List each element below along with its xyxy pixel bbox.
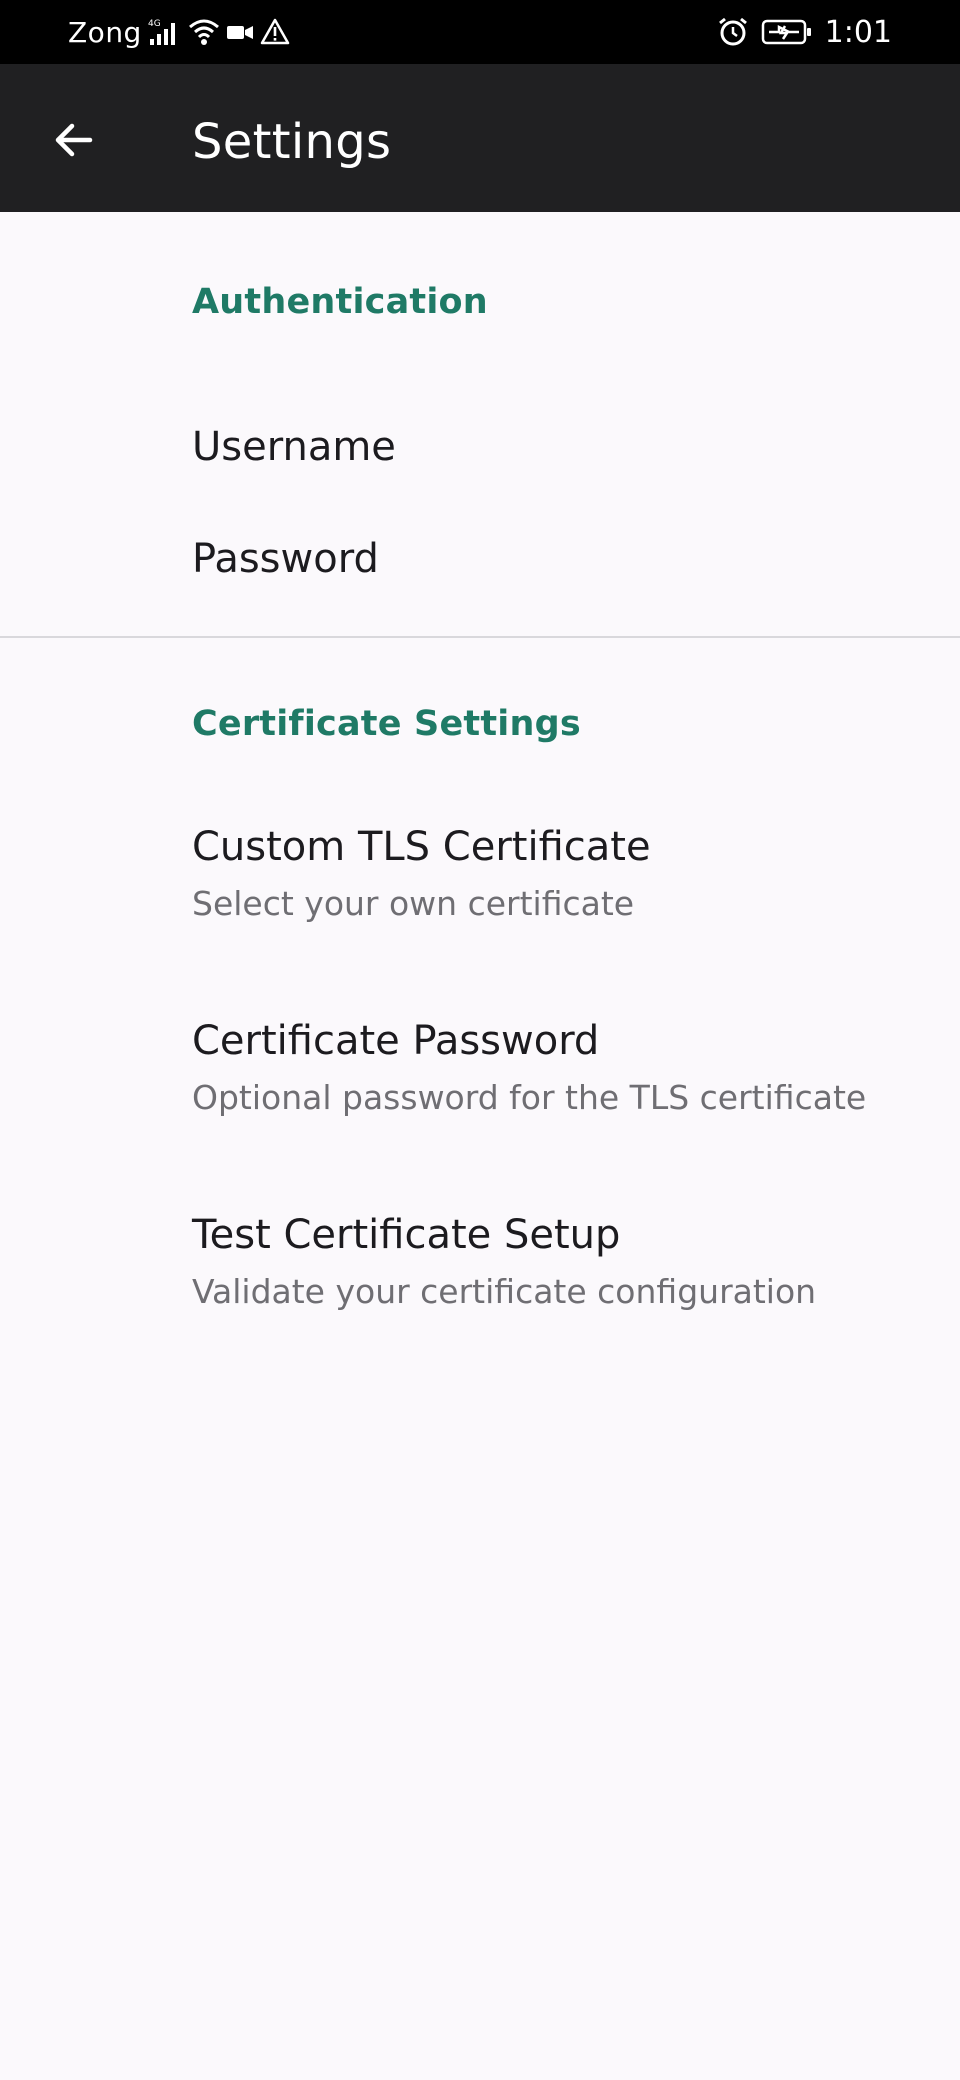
pref-item-custom-tls-certificate[interactable]: Custom TLS Certificate Select your own c… [0, 792, 960, 974]
pref-item-password[interactable]: Password [0, 508, 960, 644]
pref-title: Password [192, 536, 379, 582]
section-divider [0, 636, 960, 638]
wifi-icon [188, 17, 220, 47]
app-bar: Settings [0, 64, 960, 212]
carrier-name: Zong [68, 15, 142, 49]
pref-summary: Optional password for the TLS certificat… [192, 1078, 867, 1117]
section-header-certificate-settings: Certificate Settings [192, 704, 581, 744]
pref-title: Username [192, 424, 396, 470]
clock: 1:01 [824, 14, 892, 50]
pref-item-test-certificate-setup[interactable]: Test Certificate Setup Validate your cer… [0, 1180, 960, 1362]
pref-title: Custom TLS Certificate [192, 824, 651, 870]
pref-item-username[interactable]: Username [0, 396, 960, 508]
page-title: Settings [192, 114, 392, 170]
alarm-icon [717, 16, 749, 48]
status-bar: Zong 4G 1:01 [0, 0, 960, 64]
network-type-label: 4G [148, 19, 161, 29]
video-camera-icon [226, 17, 254, 47]
arrow-left-icon [50, 116, 98, 168]
section-header-authentication: Authentication [192, 282, 488, 322]
pref-item-certificate-password[interactable]: Certificate Password Optional password f… [0, 986, 960, 1168]
pref-summary: Select your own certificate [192, 884, 635, 923]
pref-summary: Validate your certificate configuration [192, 1272, 817, 1311]
pref-title: Certificate Password [192, 1018, 600, 1064]
signal-icon: 4G [148, 17, 182, 47]
battery-charging-icon [761, 17, 813, 47]
back-button[interactable] [36, 104, 112, 180]
warning-icon [260, 17, 290, 47]
pref-title: Test Certificate Setup [192, 1212, 621, 1258]
status-bar-left: Zong 4G [68, 0, 290, 64]
status-bar-right: 1:01 [717, 0, 892, 64]
